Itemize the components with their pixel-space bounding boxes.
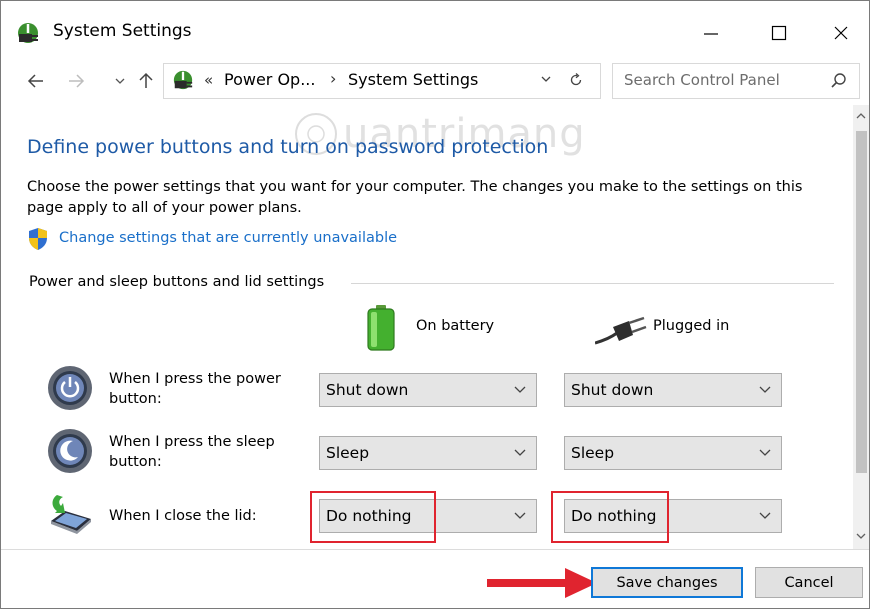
selected-value: Shut down: [326, 381, 409, 399]
close-icon: [834, 26, 848, 40]
arrow-left-icon: [27, 74, 43, 88]
highlight-box-battery: [310, 491, 436, 543]
forward-button[interactable]: [63, 68, 89, 94]
chevron-down-icon: [115, 78, 125, 84]
chevron-down-icon: [759, 449, 771, 456]
page-description: Choose the power settings that you want …: [27, 179, 803, 216]
breadcrumb-overflow[interactable]: «: [204, 71, 213, 89]
link-text[interactable]: Change settings that are currently unava…: [59, 230, 397, 246]
power-button-icon: [48, 366, 92, 410]
scrollbar-thumb[interactable]: [856, 131, 867, 473]
highlight-box-plugged: [551, 491, 669, 543]
sleep-button-label: When I press the sleep button:: [109, 434, 275, 470]
selected-value: Shut down: [571, 381, 654, 399]
breadcrumb-system-settings[interactable]: System Settings: [348, 70, 478, 89]
laptop-lid-icon: [51, 495, 91, 534]
page-title: Define power buttons and turn on passwor…: [27, 136, 549, 158]
sleep-button-icon: [48, 429, 92, 473]
chevron-down-icon: [514, 386, 526, 393]
power-options-icon: [173, 70, 193, 90]
system-settings-window: System Settings « Power Op... › System S: [0, 0, 870, 609]
uac-shield-icon: [29, 228, 47, 250]
scroll-down-button[interactable]: [853, 529, 869, 543]
breadcrumb-separator[interactable]: ›: [330, 69, 336, 88]
power-button-battery-select[interactable]: Shut down: [319, 373, 537, 407]
arrow-right-icon: [69, 74, 85, 88]
chevron-down-icon: [514, 512, 526, 519]
address-bar[interactable]: « Power Op... › System Settings: [163, 63, 601, 99]
plugged-in-label: Plugged in: [653, 318, 730, 334]
chevron-down-icon: [514, 449, 526, 456]
chevron-down-icon: [541, 76, 551, 82]
section-divider: [351, 283, 834, 284]
minimize-icon: [704, 33, 718, 35]
sleep-button-battery-select[interactable]: Sleep: [319, 436, 537, 470]
refresh-icon: [570, 73, 582, 86]
power-button-label: When I press the power button:: [109, 371, 281, 407]
maximize-icon: [771, 25, 787, 41]
scroll-up-button[interactable]: [853, 109, 869, 123]
power-options-icon: [18, 23, 38, 43]
power-button-plugged-select[interactable]: Shut down: [564, 373, 782, 407]
chevron-down-icon: [759, 512, 771, 519]
plug-icon: [595, 316, 647, 345]
cancel-button[interactable]: Cancel: [755, 567, 863, 598]
arrow-up-icon: [139, 72, 153, 88]
address-dropdown-button[interactable]: [537, 69, 555, 89]
section-heading: Power and sleep buttons and lid settings: [29, 274, 333, 290]
title-bar[interactable]: System Settings: [1, 1, 869, 61]
search-placeholder: Search Control Panel: [624, 71, 780, 89]
chevron-down-icon: [856, 533, 866, 539]
chevron-up-icon: [856, 113, 866, 119]
red-arrow-annotation: [487, 568, 597, 598]
footer-divider: [1, 549, 869, 550]
close-lid-label: When I close the lid:: [109, 508, 257, 524]
save-changes-button[interactable]: Save changes: [591, 567, 743, 598]
sleep-button-plugged-select[interactable]: Sleep: [564, 436, 782, 470]
battery-icon: [367, 305, 395, 351]
selected-value: Sleep: [571, 444, 615, 462]
refresh-button[interactable]: [565, 69, 587, 91]
on-battery-label: On battery: [416, 318, 495, 334]
vertical-scrollbar[interactable]: [853, 105, 869, 549]
close-button[interactable]: [821, 13, 861, 53]
maximize-button[interactable]: [759, 13, 799, 53]
minimize-button[interactable]: [691, 13, 731, 53]
up-button[interactable]: [133, 68, 159, 94]
chevron-down-icon: [759, 386, 771, 393]
search-icon[interactable]: [829, 71, 849, 91]
selected-value: Sleep: [326, 444, 370, 462]
back-button[interactable]: [23, 68, 49, 94]
breadcrumb-power-options[interactable]: Power Op...: [224, 70, 315, 89]
search-control-panel-input[interactable]: Search Control Panel: [612, 63, 860, 99]
window-title: System Settings: [53, 21, 192, 41]
recent-locations-button[interactable]: [107, 68, 133, 94]
